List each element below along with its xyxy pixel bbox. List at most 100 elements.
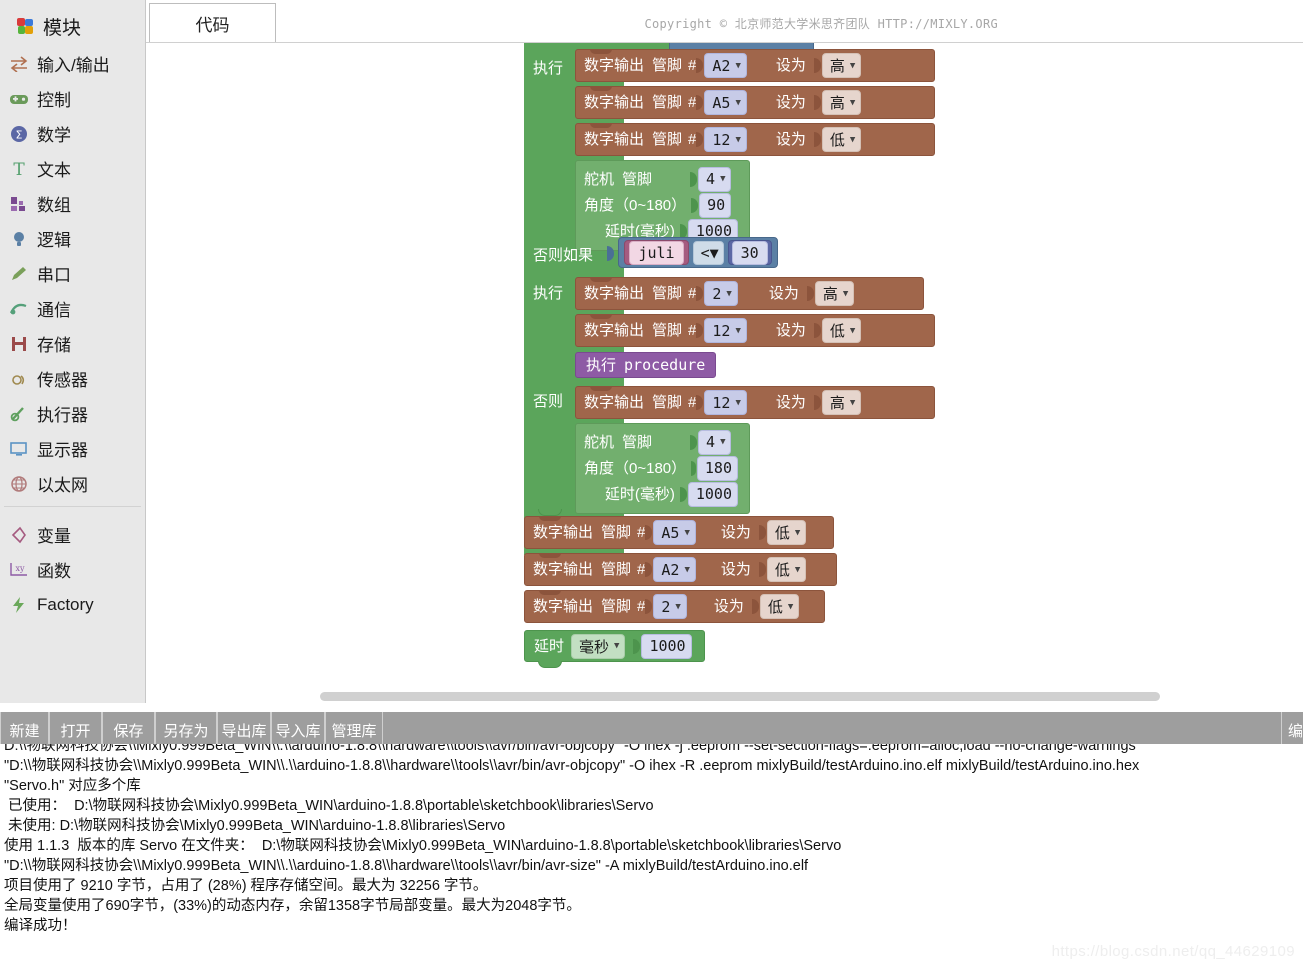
servo-angle-row: 角度（0~180） 90: [584, 192, 741, 218]
procedure-name: procedure: [624, 356, 706, 374]
button-label: 保存: [113, 723, 144, 740]
pin-dropdown[interactable]: 12 ▼: [704, 127, 747, 152]
sidebar-item-functions[interactable]: xy 函数: [0, 552, 145, 587]
hash-label: #: [688, 394, 697, 411]
sidebar-item-control[interactable]: 控制: [0, 81, 145, 116]
servo-block[interactable]: 舵机 管脚 4 ▼ 角度（0~180） 180 延时(毫秒) 1000: [575, 423, 750, 514]
variable-name: juli: [629, 240, 684, 265]
sidebar-item-variables[interactable]: 变量: [0, 517, 145, 552]
console-line: 全局变量使用了690字节，(33%)的动态内存，余留1358字节局部变量。最大为…: [4, 898, 581, 914]
level-dropdown[interactable]: 低 ▼: [766, 557, 807, 582]
pin-label: 管脚: [652, 285, 683, 302]
level-dropdown[interactable]: 高 ▼: [821, 390, 862, 415]
block-connector: [538, 509, 562, 516]
blocks-canvas[interactable]: 执行 数字输出 管脚 # A2 ▼ 设为 高 ▼ 数字输出 管脚 # A5 ▼ …: [147, 43, 1303, 688]
sidebar-item-serial[interactable]: 串口: [0, 256, 145, 291]
sidebar-item-sensor[interactable]: 传感器: [0, 361, 145, 396]
chevron-down-icon: ▼: [735, 97, 741, 108]
servo-pin-dropdown[interactable]: 4 ▼: [698, 429, 732, 455]
block-connector: [538, 661, 562, 668]
level-dropdown[interactable]: 高 ▼: [821, 90, 862, 115]
sidebar-item-text[interactable]: T 文本: [0, 151, 145, 186]
pin-label: 管脚: [652, 131, 683, 148]
delay-unit-dropdown[interactable]: 毫秒 ▼: [571, 633, 626, 659]
hash-label: #: [688, 131, 697, 148]
canvas-hscrollbar-thumb[interactable]: [320, 692, 1160, 701]
pin-dropdown[interactable]: 12 ▼: [704, 390, 747, 415]
input-plug-icon: [690, 171, 698, 187]
digital-write-block[interactable]: 数字输出 管脚 # 12 ▼ 设为 高 ▼: [575, 386, 935, 419]
chevron-down-icon: ▼: [842, 288, 849, 299]
digital-write-block[interactable]: 数字输出 管脚 # A5 ▼ 设为 低 ▼: [524, 516, 834, 549]
sidebar-item-display[interactable]: 显示器: [0, 431, 145, 466]
level-dropdown[interactable]: 低 ▼: [759, 594, 800, 619]
chevron-down-icon: ▼: [849, 325, 856, 336]
number-block[interactable]: 30: [727, 240, 772, 265]
io-arrows-icon: [6, 53, 32, 75]
block-notch: [590, 386, 612, 391]
pin-dropdown[interactable]: 2 ▼: [653, 594, 687, 619]
tab-code[interactable]: 代码: [149, 3, 276, 42]
level-dropdown[interactable]: 低 ▼: [821, 318, 862, 343]
input-plug-icon: [696, 58, 704, 73]
digital-write-block[interactable]: 数字输出 管脚 # 2 ▼ 设为 低 ▼: [524, 590, 825, 623]
sidebar-item-comm[interactable]: 通信: [0, 291, 145, 326]
chevron-down-icon: ▼: [849, 134, 856, 145]
digital-write-block[interactable]: 数字输出 管脚 # A5 ▼ 设为 高 ▼: [575, 86, 935, 119]
delay-value-field[interactable]: 1000: [641, 633, 692, 659]
pin-dropdown[interactable]: A2 ▼: [653, 557, 696, 582]
input-plug-icon: [696, 286, 704, 301]
digital-write-block[interactable]: 数字输出 管脚 # A2 ▼ 设为 高 ▼: [575, 49, 935, 82]
pin-value: 12: [712, 130, 731, 149]
operator-value: <: [700, 243, 710, 262]
angle-field[interactable]: 180: [696, 455, 738, 481]
comparison-block[interactable]: juli < ▼ 30: [618, 237, 778, 268]
digital-write-block[interactable]: 数字输出 管脚 # 2 ▼ 设为 高 ▼: [575, 277, 924, 310]
delay-field[interactable]: 1000: [687, 481, 738, 507]
pin-value: 12: [712, 321, 731, 340]
servo-angle-row: 角度（0~180） 180: [584, 455, 741, 481]
console-line: "D:\\物联网科技协会\\Mixly0.999Beta_WIN\\.\\ard…: [4, 758, 1140, 774]
pin-dropdown[interactable]: A5 ▼: [653, 520, 696, 545]
digital-write-block[interactable]: 数字输出 管脚 # 12 ▼ 设为 低 ▼: [575, 314, 935, 347]
angle-field[interactable]: 90: [699, 192, 732, 218]
sidebar-item-storage[interactable]: 存储: [0, 326, 145, 361]
digital-write-block[interactable]: 数字输出 管脚 # A2 ▼ 设为 低 ▼: [524, 553, 837, 586]
servo-pin-value: 4: [706, 433, 716, 451]
sidebar-divider: [0, 506, 145, 517]
input-plug-icon: [806, 286, 814, 301]
servo-pin-dropdown[interactable]: 4 ▼: [698, 166, 732, 192]
monitor-icon: [6, 438, 32, 460]
input-plug-icon: [645, 562, 653, 577]
sidebar-item-ethernet[interactable]: 以太网: [0, 466, 145, 501]
console-output[interactable]: D:\\物联网科技协会\\Mixly0.999Beta_WIN\\.\\ardu…: [0, 744, 1303, 966]
pin-value: A2: [661, 560, 680, 579]
sidebar-item-io[interactable]: 输入/输出: [0, 46, 145, 81]
sidebar-item-array[interactable]: 数组: [0, 186, 145, 221]
operator-dropdown[interactable]: < ▼: [692, 240, 724, 265]
console-line: 使用 1.1.3 版本的库 Servo 在文件夹： D:\物联网科技协会\Mix…: [4, 838, 842, 854]
pin-dropdown[interactable]: 2 ▼: [704, 281, 738, 306]
pin-dropdown[interactable]: 12 ▼: [704, 318, 747, 343]
sidebar-item-label: 文本: [37, 161, 71, 180]
level-dropdown[interactable]: 低 ▼: [766, 520, 807, 545]
level-dropdown[interactable]: 高 ▼: [821, 53, 862, 78]
sidebar-item-factory[interactable]: Factory: [0, 587, 145, 622]
variable-block[interactable]: juli: [624, 240, 689, 265]
pin-dropdown[interactable]: A5 ▼: [704, 90, 747, 115]
level-dropdown[interactable]: 高 ▼: [814, 281, 855, 306]
pin-dropdown[interactable]: A2 ▼: [704, 53, 747, 78]
delay-block[interactable]: 延时 毫秒 ▼ 1000: [524, 630, 705, 662]
level-dropdown[interactable]: 低 ▼: [821, 127, 862, 152]
sidebar-item-logic[interactable]: 逻辑: [0, 221, 145, 256]
block-notch: [590, 314, 612, 319]
sidebar-header: 模块: [0, 6, 145, 46]
sidebar-item-math[interactable]: Σ 数学: [0, 116, 145, 151]
input-plug-icon: [696, 95, 704, 110]
console-line: 项目使用了 9210 字节，占用了 (28%) 程序存储空间。最大为 32256…: [4, 878, 488, 894]
sidebar-item-label: 显示器: [37, 441, 88, 460]
sidebar-item-actuator[interactable]: 执行器: [0, 396, 145, 431]
procedure-call-block[interactable]: 执行 procedure: [575, 352, 717, 378]
sidebar-item-label: 存储: [37, 336, 71, 355]
digital-write-block[interactable]: 数字输出 管脚 # 12 ▼ 设为 低 ▼: [575, 123, 935, 156]
